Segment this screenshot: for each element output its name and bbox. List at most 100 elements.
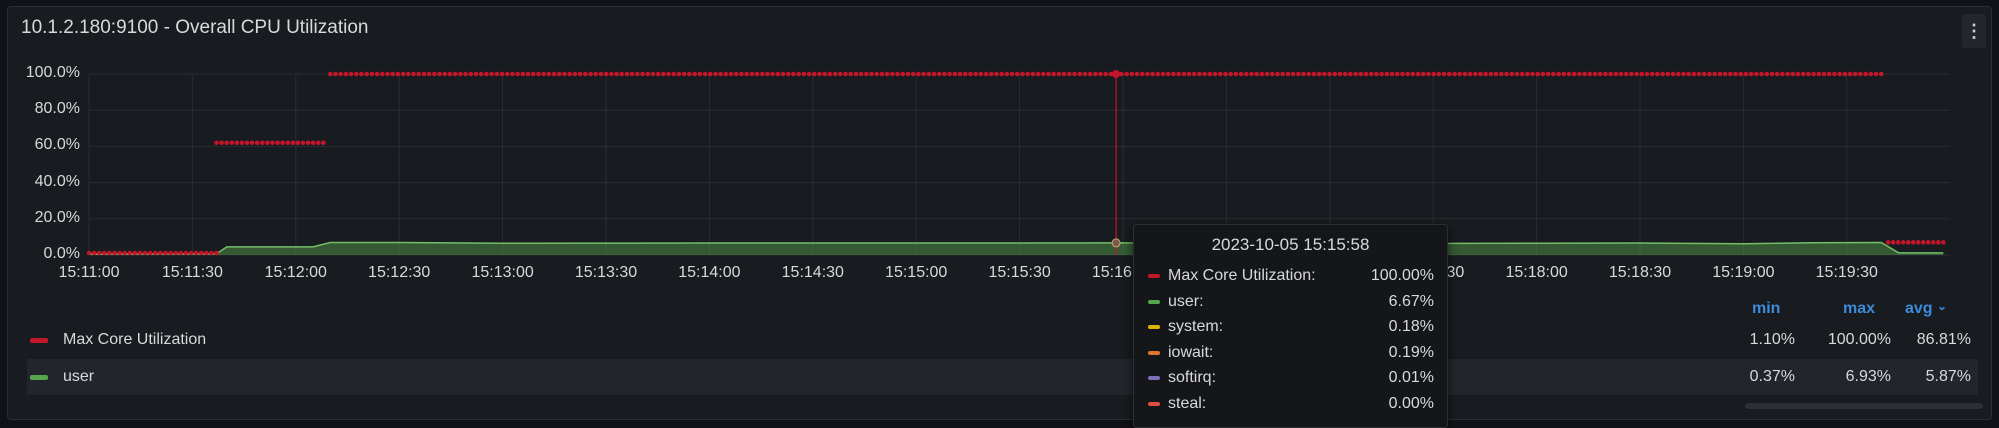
max-core-point (1155, 71, 1161, 77)
tooltip-color-swatch (1148, 299, 1160, 304)
max-core-point (744, 71, 749, 77)
hover-point-user (1111, 238, 1121, 248)
legend-min-value: 1.10% (1749, 331, 1795, 348)
max-core-point (385, 71, 390, 77)
max-core-point (1941, 240, 1946, 245)
max-core-point (983, 71, 989, 77)
max-core-point (1852, 71, 1858, 77)
max-core-point (305, 140, 311, 146)
max-core-point (707, 71, 713, 77)
max-core-point (1577, 71, 1582, 77)
max-core-point (588, 71, 593, 77)
max-core-point (1467, 71, 1473, 77)
legend-header-avg[interactable]: avg ⌄ (1905, 299, 1948, 318)
max-core-point (973, 71, 978, 77)
x-tick-label: 15:18:30 (1608, 264, 1672, 281)
max-core-point (562, 71, 567, 77)
max-core-point (785, 71, 791, 77)
max-core-point (1327, 71, 1332, 77)
tooltip-row: softirq: 0.01% (1148, 367, 1434, 389)
max-core-point (1535, 71, 1541, 77)
max-core-point (661, 71, 666, 77)
max-core-point (832, 71, 838, 77)
max-core-point (567, 71, 572, 77)
max-core-point (1530, 71, 1535, 77)
max-core-point (910, 71, 916, 77)
max-core-point (315, 140, 321, 146)
max-core-point (234, 140, 240, 146)
max-core-point (1545, 71, 1551, 77)
legend-scrollbar[interactable] (1745, 403, 1983, 409)
max-core-point (1780, 71, 1785, 77)
max-core-point (1337, 71, 1343, 77)
max-core-point (1608, 71, 1613, 77)
max-core-point (400, 71, 406, 77)
max-core-point (1629, 71, 1634, 77)
max-core-point (879, 71, 885, 77)
max-core-point (1811, 71, 1816, 77)
legend-header-max[interactable]: max (1843, 300, 1875, 318)
max-core-point (338, 71, 343, 77)
legend-row[interactable]: user 0.37% 6.93% 5.87% (27, 359, 1978, 395)
tooltip-row: system: 0.18% (1148, 316, 1434, 338)
x-tick-label: 15:15:30 (988, 264, 1051, 281)
max-core-point (598, 71, 604, 77)
tooltip-color-swatch (1148, 274, 1160, 278)
max-core-point (1124, 71, 1129, 77)
max-core-point (1186, 71, 1192, 77)
sort-chevron-icon: ⌄ (1937, 299, 1948, 313)
tooltip-series-value: 100.00% (1370, 267, 1434, 284)
max-core-point (117, 250, 122, 256)
max-core-point (364, 71, 369, 77)
legend-row[interactable]: Max Core Utilization 1.10% 100.00% 86.81% (27, 322, 1978, 358)
max-core-point (1738, 71, 1744, 77)
max-core-point (1098, 71, 1103, 77)
max-core-point (1072, 71, 1077, 77)
max-core-point (395, 71, 401, 77)
legend-series-name[interactable]: user (63, 368, 94, 386)
max-core-point (1301, 71, 1306, 77)
max-core-point (112, 250, 117, 256)
max-core-point (629, 71, 635, 77)
max-core-point (91, 250, 97, 256)
max-core-point (1410, 71, 1416, 77)
tooltip-series-value: 0.01% (1388, 369, 1434, 386)
max-core-point (295, 140, 301, 146)
max-core-point (1191, 71, 1197, 77)
max-core-point (1504, 71, 1509, 77)
max-core-point (1935, 240, 1941, 245)
max-core-point (86, 250, 92, 256)
max-core-point (1176, 71, 1181, 77)
max-core-point (1004, 71, 1010, 77)
max-core-point (1134, 71, 1140, 77)
max-core-point (224, 140, 230, 146)
max-core-point (1618, 71, 1624, 77)
max-core-point (1103, 71, 1109, 77)
legend-series-name[interactable]: Max Core Utilization (63, 331, 206, 349)
x-tick-label: 15:14:30 (781, 264, 844, 281)
max-core-point (270, 140, 275, 146)
max-core-point (1228, 71, 1233, 77)
max-core-point (530, 71, 536, 77)
max-core-point (1571, 71, 1577, 77)
legend-header-min[interactable]: min (1752, 300, 1780, 318)
max-core-point (1316, 71, 1322, 77)
max-core-point (838, 71, 843, 77)
max-core-point (962, 71, 968, 77)
max-core-point (822, 71, 828, 77)
max-core-point (1311, 71, 1317, 77)
max-core-point (1878, 71, 1884, 77)
max-core-point (1696, 71, 1702, 77)
max-core-point (780, 71, 786, 77)
tooltip-color-swatch (1148, 350, 1160, 355)
max-core-point (676, 71, 682, 77)
max-core-point (249, 140, 255, 146)
max-core-point (1660, 71, 1665, 77)
max-core-point (127, 250, 133, 256)
max-core-point (681, 71, 687, 77)
max-core-point (1056, 71, 1062, 77)
max-core-point (1587, 71, 1593, 77)
max-core-point (1243, 71, 1249, 77)
max-core-point (754, 71, 760, 77)
hover-crosshair (1111, 70, 1121, 255)
